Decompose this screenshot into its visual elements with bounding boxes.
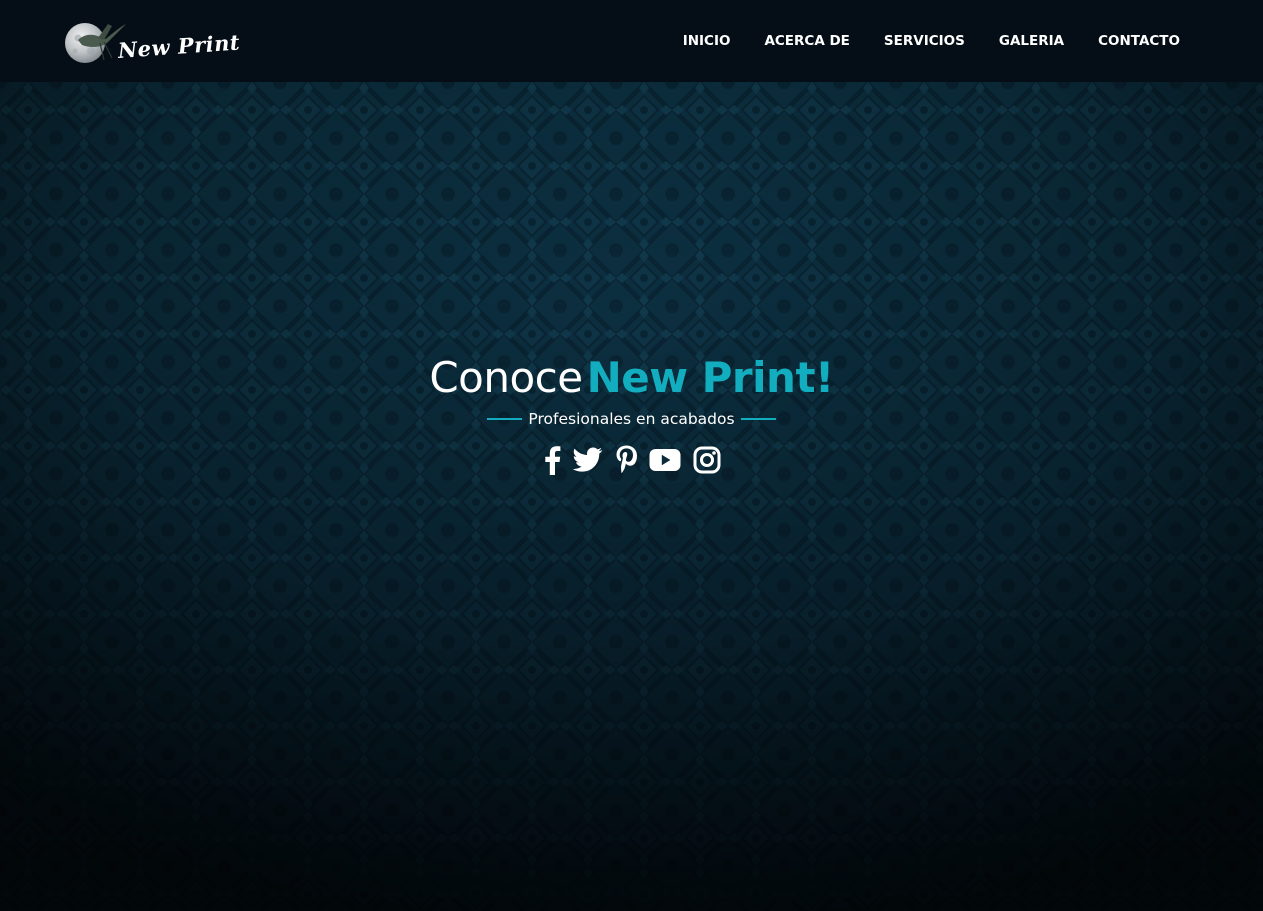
hero-title: ConoceNew Print! [0, 350, 1263, 406]
twitter-icon [572, 447, 602, 472]
nav-item-acerca-de[interactable]: ACERCA DE [764, 31, 849, 51]
facebook-link[interactable] [543, 444, 561, 476]
damask-pattern-background [0, 82, 1263, 911]
youtube-link[interactable] [649, 444, 681, 476]
nav-item-galeria[interactable]: GALERIA [999, 31, 1064, 51]
facebook-icon [544, 446, 560, 475]
pinterest-icon [616, 445, 637, 473]
main-nav: INICIO ACERCA DE SERVICIOS GALERIA CONTA… [649, 31, 1180, 51]
navbar: New Print INICIO ACERCA DE SERVICIOS GAL… [0, 0, 1263, 82]
hero-title-prefix: Conoce [429, 353, 583, 402]
youtube-icon [649, 449, 680, 471]
nav-item-inicio[interactable]: INICIO [683, 31, 731, 51]
instagram-icon [693, 446, 720, 474]
hero-content: ConoceNew Print! Profesionales en acabad… [0, 350, 1263, 476]
brand-name: New Print [117, 29, 241, 63]
subtitle-rule-left [487, 418, 523, 420]
hero-section: ConoceNew Print! Profesionales en acabad… [0, 82, 1263, 911]
hero-subtitle: Profesionales en acabados [487, 408, 776, 430]
pinterest-link[interactable] [615, 444, 637, 476]
nav-item-contacto[interactable]: CONTACTO [1098, 31, 1180, 51]
brand-logo-link[interactable]: New Print [64, 18, 241, 68]
twitter-link[interactable] [572, 444, 603, 476]
social-links [0, 444, 1263, 476]
instagram-link[interactable] [693, 444, 721, 476]
hero-subtitle-text: Profesionales en acabados [528, 410, 735, 428]
subtitle-rule-right [740, 418, 776, 420]
nav-item-servicios[interactable]: SERVICIOS [884, 31, 965, 51]
hero-title-accent: New Print! [586, 353, 835, 402]
